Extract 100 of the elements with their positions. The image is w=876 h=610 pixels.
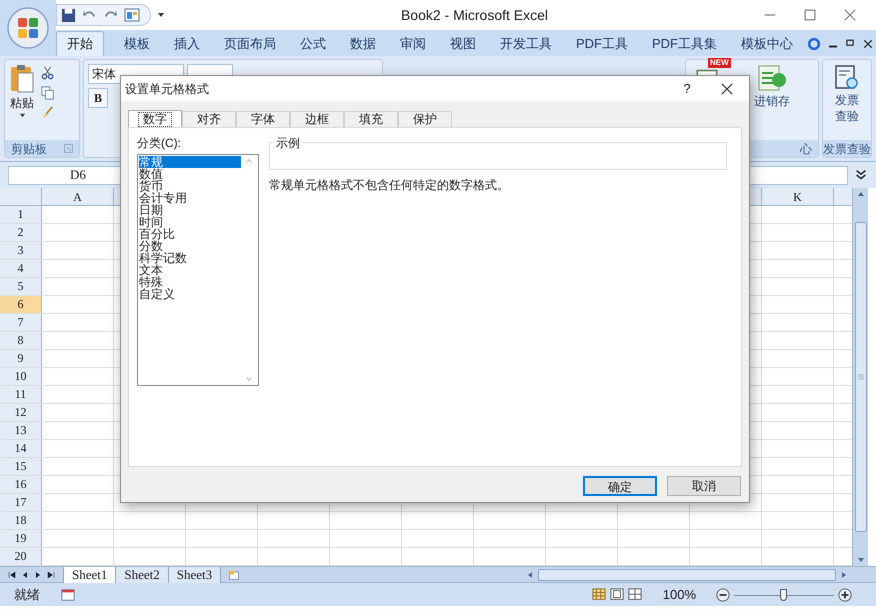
help-button[interactable]: ? xyxy=(675,78,699,98)
ribbon-tab[interactable]: 审阅 xyxy=(388,31,438,56)
dialog-tab[interactable]: 对齐 xyxy=(182,111,236,127)
copy-icon xyxy=(41,86,55,100)
row-header[interactable]: 11 xyxy=(0,386,42,403)
close-icon xyxy=(721,82,733,94)
row-header[interactable]: 7 xyxy=(0,314,42,331)
row-header[interactable]: 4 xyxy=(0,260,42,277)
row-header[interactable]: 13 xyxy=(0,422,42,439)
ribbon-tab[interactable]: 开始 xyxy=(56,31,104,56)
close-icon xyxy=(844,9,856,21)
row-header[interactable]: 5 xyxy=(0,278,42,295)
close-icon xyxy=(863,38,873,48)
save-icon xyxy=(61,8,76,22)
row-header[interactable]: 16 xyxy=(0,476,42,493)
row-header[interactable]: 2 xyxy=(0,224,42,241)
row-header[interactable]: 19 xyxy=(0,530,42,547)
maximize-icon xyxy=(804,9,816,21)
dialog-tab[interactable]: 字体 xyxy=(236,111,290,127)
dialog-tab[interactable]: 数字 xyxy=(128,110,182,127)
dialog-launcher-icon xyxy=(64,144,73,153)
zoom-slider[interactable] xyxy=(734,588,834,600)
new-badge: NEW xyxy=(708,58,731,68)
office-logo-icon[interactable] xyxy=(6,6,50,50)
row-header[interactable]: 10 xyxy=(0,368,42,385)
ribbon-tab[interactable]: 公式 xyxy=(288,31,338,56)
row-header[interactable]: 17 xyxy=(0,494,42,511)
dialog-tab[interactable]: 填充 xyxy=(344,111,398,127)
scroll-up-icon xyxy=(245,158,253,164)
window-title: Book2 - Microsoft Excel xyxy=(400,6,550,24)
row-header[interactable]: 6 xyxy=(0,296,42,313)
customize-dropdown-icon xyxy=(157,11,165,19)
zoom-out-icon xyxy=(716,588,730,602)
ribbon-tab[interactable]: 页面布局 xyxy=(212,31,288,56)
layout-icon xyxy=(124,7,140,23)
category-label: 分类(C): xyxy=(137,135,182,152)
category-item[interactable]: 百分比 xyxy=(139,228,241,240)
category-item[interactable]: 文本 xyxy=(139,264,241,276)
ribbon-tab[interactable]: PDF工具集 xyxy=(640,31,729,56)
ribbon-tab[interactable]: PDF工具 xyxy=(564,31,640,56)
row-header[interactable]: 8 xyxy=(0,332,42,349)
scroll-up-icon xyxy=(856,190,866,198)
dialog-tab[interactable]: 保护 xyxy=(398,111,452,127)
previous-sheet-icon xyxy=(21,570,29,578)
row-header[interactable]: 3 xyxy=(0,242,42,259)
category-item[interactable]: 会计专用 xyxy=(139,192,241,204)
row-header[interactable]: 1 xyxy=(0,206,42,223)
vertical-scrollbar[interactable] xyxy=(852,188,868,566)
grip-icon xyxy=(856,373,864,381)
row-header[interactable]: 15 xyxy=(0,458,42,475)
category-item[interactable]: 常规 xyxy=(139,156,241,168)
minimize-icon xyxy=(829,45,837,48)
spreadsheet-icon xyxy=(757,64,787,92)
paste-button[interactable]: 粘贴 xyxy=(9,64,35,119)
ribbon-tab[interactable]: 模板 xyxy=(112,31,162,56)
row-header[interactable]: 20 xyxy=(0,548,42,565)
ribbon-tab[interactable]: 插入 xyxy=(162,31,212,56)
group-label: 发票查验 xyxy=(823,140,871,158)
zoom-level[interactable]: 100% xyxy=(662,584,696,604)
scroll-right-icon xyxy=(840,570,848,578)
column-header[interactable]: A xyxy=(42,188,114,205)
ribbon-tab[interactable]: 模板中心 xyxy=(729,31,805,56)
row-header[interactable]: 18 xyxy=(0,512,42,529)
zoom-in-icon xyxy=(838,588,852,602)
ribbon-tab[interactable]: 视图 xyxy=(438,31,488,56)
dialog-tab[interactable]: 边框 xyxy=(290,111,344,127)
group-label: 剪贴板 xyxy=(11,140,47,158)
category-item[interactable]: 特殊 xyxy=(139,276,241,288)
dialog-button[interactable]: 取消 xyxy=(667,476,741,496)
help-icon xyxy=(807,36,821,50)
row-header[interactable]: 9 xyxy=(0,350,42,367)
ribbon-tab[interactable]: 开发工具 xyxy=(488,31,564,56)
page-break-icon xyxy=(626,588,643,602)
bold-button[interactable]: B xyxy=(88,88,108,108)
column-header[interactable]: K xyxy=(762,188,834,205)
clipboard-icon xyxy=(9,64,35,94)
dialog-button[interactable]: 确定 xyxy=(583,476,657,496)
sheet-tab[interactable]: Sheet1 xyxy=(63,566,116,582)
sheet-tab[interactable]: Sheet2 xyxy=(116,566,169,582)
row-header[interactable]: 12 xyxy=(0,404,42,421)
restore-icon xyxy=(845,38,855,48)
insert-sheet-icon xyxy=(227,568,242,580)
invoice-check-button[interactable]: 发票查验 xyxy=(823,60,871,140)
sheet-tab[interactable]: Sheet3 xyxy=(168,566,222,582)
category-item[interactable]: 科学记数 xyxy=(139,252,241,264)
group-label: 心 xyxy=(800,140,812,158)
category-item[interactable]: 分数 xyxy=(139,240,241,252)
category-item[interactable]: 自定义 xyxy=(139,288,241,300)
ribbon-tab[interactable]: 数据 xyxy=(338,31,388,56)
first-sheet-icon xyxy=(8,570,16,578)
scroll-down-icon xyxy=(856,556,866,564)
category-item[interactable]: 日期 xyxy=(139,204,241,216)
status-text: 就绪 xyxy=(14,586,40,604)
row-header[interactable]: 14 xyxy=(0,440,42,457)
macro-record-icon xyxy=(60,588,76,602)
category-item[interactable]: 时间 xyxy=(139,216,241,228)
normal-view-icon xyxy=(590,588,607,602)
scissors-icon xyxy=(41,66,55,80)
category-list[interactable]: 常规 数值 货币 会计专用 日期 时间 百分比 分数 科学记数 文本 特殊 自定义 xyxy=(137,154,259,386)
caret-icon xyxy=(18,112,26,119)
